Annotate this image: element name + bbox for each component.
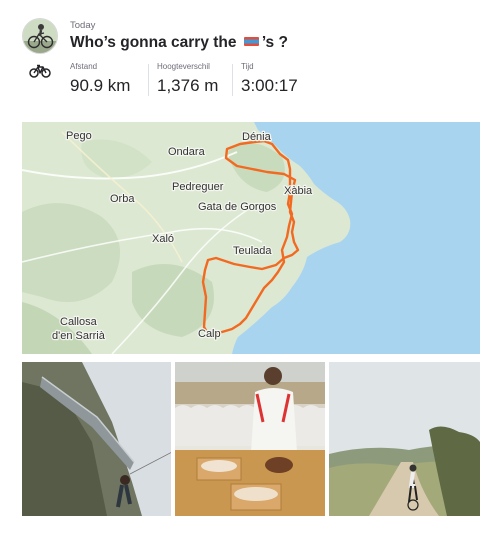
activity-date: Today [70, 20, 96, 31]
avatar[interactable] [22, 18, 58, 54]
town-label: Ondara [168, 146, 206, 158]
town-label: Pego [66, 130, 92, 142]
town-label: Teulada [233, 245, 272, 257]
town-label: Pedreguer [172, 181, 224, 193]
town-label: Xàbia [284, 185, 313, 197]
photo-cafe-pastries[interactable] [175, 362, 325, 516]
town-label: Calp [198, 328, 221, 340]
stat-elevation-label: Hoogteverschil [157, 62, 210, 71]
town-label: Callosa [60, 316, 98, 328]
town-label: Orba [110, 193, 135, 205]
title-text-after: ’s ? [261, 34, 288, 51]
photo-rock-climbing[interactable] [22, 362, 171, 516]
stat-time-label: Tijd [241, 62, 254, 71]
stat-divider [148, 64, 149, 96]
activity-title[interactable]: Who’s gonna carry the ’s ? [70, 34, 288, 52]
bike-icon [29, 64, 51, 78]
stat-elevation-value: 1,376 m [157, 76, 219, 95]
town-label: Xaló [152, 233, 174, 245]
stat-elevation: Hoogteverschil 1,376 m [157, 62, 218, 96]
stat-time: Tijd 3:00:17 [241, 62, 298, 96]
flag-emoji-icon [243, 37, 259, 46]
stat-distance: Afstand 90.9 km [70, 62, 130, 96]
route-map[interactable]: Pego Ondara Dénia Orba Pedreguer Xàbia G… [22, 122, 480, 354]
town-label: d'en Sarrià [52, 330, 106, 342]
title-text-before: Who’s gonna carry the [70, 34, 237, 51]
town-label: Dénia [242, 131, 272, 143]
stat-divider [232, 64, 233, 96]
stat-time-value: 3:00:17 [241, 76, 298, 95]
photo-road-cyclist[interactable] [329, 362, 480, 516]
stat-distance-label: Afstand [70, 62, 98, 71]
stat-distance-value: 90.9 km [70, 76, 131, 95]
town-label: Gata de Gorgos [198, 201, 277, 213]
